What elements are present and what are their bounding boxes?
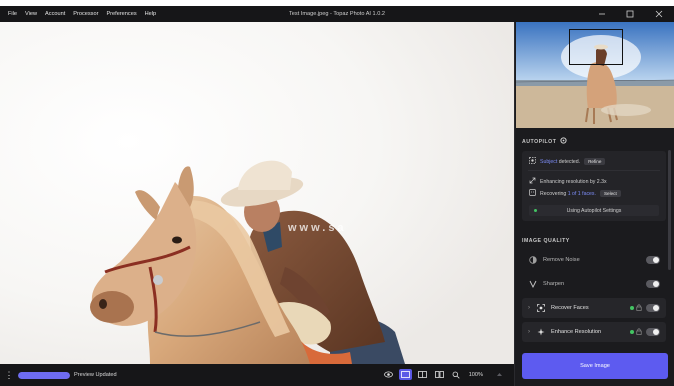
gear-icon[interactable]	[560, 137, 567, 146]
navigator-viewport[interactable]	[569, 29, 623, 65]
close-icon[interactable]	[654, 9, 664, 19]
view-controls: 100%	[382, 369, 506, 380]
title-bar: File View Account Processor Preferences …	[0, 6, 674, 22]
subject-row: Subject detected. Refine	[529, 157, 606, 166]
remove-noise-row[interactable]: Remove Noise	[522, 250, 666, 270]
lock-icon[interactable]	[636, 304, 642, 311]
enhancing-text: Enhancing resolution by 2.3x	[540, 178, 607, 185]
faces-row: Recovering 1 of 1 faces. Select	[529, 189, 621, 198]
recover-faces-row[interactable]: › Recover Faces	[522, 298, 666, 318]
watermark-text: www.sa	[288, 222, 347, 234]
menu-help[interactable]: Help	[141, 11, 161, 17]
sharpen-toggle[interactable]	[646, 280, 660, 288]
lock-icon[interactable]	[636, 328, 642, 335]
face-icon	[529, 189, 536, 198]
menu-preferences[interactable]: Preferences	[102, 11, 140, 17]
status-dot	[534, 209, 537, 212]
status-dot	[630, 330, 634, 334]
image-quality-title: IMAGE QUALITY	[522, 238, 570, 244]
bottom-bar: ⋮ Preview Updated 100%	[0, 364, 514, 386]
photo-preview	[0, 22, 514, 364]
progress-fill	[18, 371, 70, 379]
subject-status: detected.	[558, 158, 581, 165]
recover-faces-icon	[536, 303, 546, 313]
resize-icon	[529, 177, 536, 186]
maximize-icon[interactable]	[625, 9, 635, 19]
menu-view[interactable]: View	[21, 11, 41, 17]
zoom-icon[interactable]	[450, 369, 463, 380]
enhance-resolution-label: Enhance Resolution	[551, 329, 602, 335]
recover-faces-label: Recover Faces	[551, 305, 589, 311]
eye-icon[interactable]	[382, 369, 395, 380]
sharpen-label: Sharpen	[543, 281, 565, 287]
remove-noise-toggle[interactable]	[646, 256, 660, 264]
image-canvas[interactable]: www.sa	[0, 22, 514, 364]
split-view-icon[interactable]	[416, 369, 429, 380]
menu-bar: File View Account Processor Preferences …	[0, 11, 160, 17]
autopilot-header: AUTOPILOT	[522, 137, 567, 146]
side-by-side-icon[interactable]	[433, 369, 446, 380]
autopilot-settings-label: Using Autopilot Settings	[566, 207, 622, 214]
chevron-right-icon[interactable]: ›	[528, 305, 530, 311]
panel-scrollbar[interactable]	[668, 150, 671, 270]
select-button[interactable]: Select	[599, 190, 621, 197]
chevron-right-icon[interactable]: ›	[528, 329, 530, 335]
subject-link[interactable]: Subject	[540, 159, 557, 165]
preview-progress-bar	[18, 371, 70, 379]
noise-icon	[528, 255, 538, 265]
recover-faces-toggle[interactable]	[646, 304, 660, 312]
status-dot	[630, 306, 634, 310]
sharpen-icon	[528, 279, 538, 289]
chevron-up-icon[interactable]	[493, 369, 506, 380]
autopilot-settings-button[interactable]: Using Autopilot Settings	[529, 205, 659, 216]
autopilot-summary: Subject detected. Refine Enhancing resol…	[522, 151, 666, 221]
minimize-icon[interactable]	[597, 9, 607, 19]
enhance-resolution-row[interactable]: › Enhance Resolution	[522, 322, 666, 342]
single-view-icon[interactable]	[398, 369, 412, 380]
autopilot-divider	[528, 170, 660, 171]
enhance-icon	[536, 327, 546, 337]
sharpen-row[interactable]: Sharpen	[522, 274, 666, 294]
refine-button[interactable]: Refine	[584, 158, 606, 165]
settings-panel: AUTOPILOT Subject detected. Refine Enhan…	[514, 22, 674, 386]
menu-account[interactable]: Account	[41, 11, 69, 17]
save-image-button[interactable]: Save Image	[522, 353, 668, 379]
autopilot-title: AUTOPILOT	[522, 138, 557, 145]
menu-file[interactable]: File	[4, 11, 21, 17]
navigator-thumbnail[interactable]	[516, 22, 674, 128]
zoom-level[interactable]: 100%	[469, 372, 483, 378]
preview-status: Preview Updated	[74, 372, 117, 378]
subject-icon	[529, 157, 536, 166]
enhance-row: Enhancing resolution by 2.3x	[529, 177, 607, 186]
recovering-prefix: Recovering	[540, 190, 567, 197]
three-dots-icon[interactable]: ⋮	[4, 370, 14, 381]
menu-processor[interactable]: Processor	[69, 11, 102, 17]
remove-noise-label: Remove Noise	[543, 257, 580, 263]
enhance-resolution-toggle[interactable]	[646, 328, 660, 336]
faces-link[interactable]: 1 of 1 faces.	[568, 191, 596, 197]
